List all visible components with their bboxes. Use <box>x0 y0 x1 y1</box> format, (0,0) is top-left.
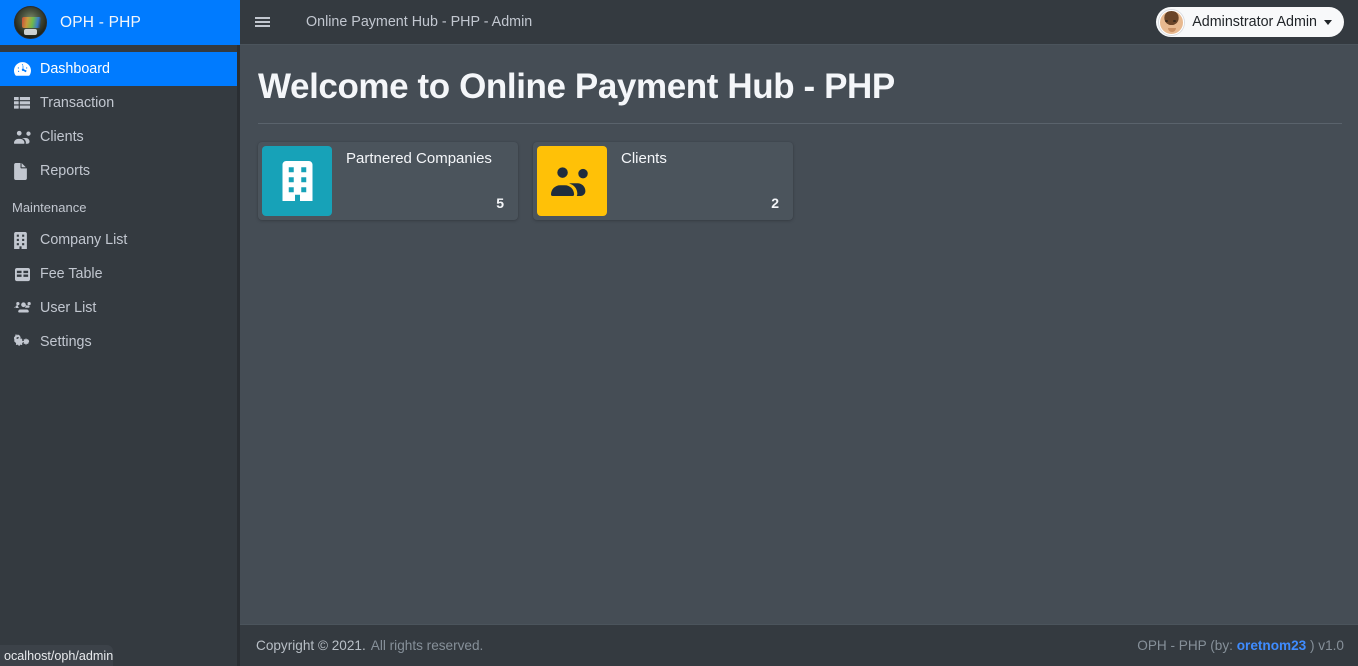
cogs-icon <box>14 334 40 350</box>
sidebar-item-dashboard[interactable]: Dashboard <box>0 52 240 86</box>
author-link[interactable]: oretnom23 <box>1237 638 1307 653</box>
stat-card-list: Partnered Companies 5 Clients 2 <box>258 142 1342 220</box>
user-avatar <box>1159 9 1185 35</box>
sidebar-item-label: User List <box>40 300 97 316</box>
rights-text: All rights reserved. <box>370 638 484 653</box>
app-logo-avatar <box>14 6 47 39</box>
navbar-title: Online Payment Hub - PHP - Admin <box>306 14 533 30</box>
sidebar: OPH - PHP Dashboard Transaction Clients … <box>0 0 240 666</box>
page-footer: Copyright © 2021. All rights reserved. O… <box>240 624 1358 666</box>
stat-card-partnered-companies[interactable]: Partnered Companies 5 <box>258 142 518 220</box>
top-navbar: Online Payment Hub - PHP - Admin Adminst… <box>240 0 1358 45</box>
sidebar-item-label: Transaction <box>40 95 115 111</box>
footer-version-block: OPH - PHP (by: oretnom23 ) v1.0 <box>1137 638 1344 653</box>
stat-card-body: Partnered Companies 5 <box>332 142 518 220</box>
stat-card-body: Clients 2 <box>607 142 793 220</box>
sidebar-item-clients[interactable]: Clients <box>0 120 240 154</box>
sidebar-item-label: Company List <box>40 232 128 248</box>
user-menu-dropdown[interactable]: Adminstrator Admin <box>1156 7 1344 37</box>
browser-status-url: ocalhost/oph/admin <box>0 645 113 666</box>
sidebar-item-label: Clients <box>40 129 84 145</box>
sidebar-item-transaction[interactable]: Transaction <box>0 86 240 120</box>
sidebar-item-label: Dashboard <box>40 61 110 77</box>
user-name-label: Adminstrator Admin <box>1192 14 1317 30</box>
table-grid-icon <box>14 267 40 282</box>
admin-dashboard-page: OPH - PHP Dashboard Transaction Clients … <box>0 0 1358 666</box>
sidebar-item-user-list[interactable]: User List <box>0 291 240 325</box>
sidebar-item-company-list[interactable]: Company List <box>0 223 240 257</box>
stat-card-label: Clients <box>621 150 667 167</box>
sidebar-item-settings[interactable]: Settings <box>0 325 240 359</box>
stat-card-label: Partnered Companies <box>346 150 492 167</box>
footer-version-prefix: OPH - PHP (by: <box>1137 638 1233 653</box>
sidebar-item-reports[interactable]: Reports <box>0 154 240 188</box>
users-two-icon <box>14 129 40 145</box>
brand-logo-link[interactable]: OPH - PHP <box>0 0 240 45</box>
hamburger-icon[interactable] <box>240 0 284 44</box>
caret-down-icon <box>1324 19 1332 25</box>
page-title: Welcome to Online Payment Hub - PHP <box>258 67 895 106</box>
sidebar-item-fee-table[interactable]: Fee Table <box>0 257 240 291</box>
brand-title: OPH - PHP <box>60 13 142 31</box>
table-list-icon <box>14 95 40 111</box>
building-icon <box>262 146 332 216</box>
tachometer-icon <box>14 61 40 78</box>
sidebar-nav: Dashboard Transaction Clients Reports Ma… <box>0 45 240 359</box>
users-three-icon <box>14 301 40 316</box>
main-column: Online Payment Hub - PHP - Admin Adminst… <box>240 0 1358 666</box>
copyright-text: Copyright © 2021. <box>256 638 366 653</box>
sidebar-item-label: Fee Table <box>40 266 103 282</box>
footer-version-suffix: ) v1.0 <box>1310 638 1344 653</box>
sidebar-scroll-edge <box>237 45 240 666</box>
stat-card-clients[interactable]: Clients 2 <box>533 142 793 220</box>
stat-card-value: 2 <box>771 195 779 211</box>
sidebar-item-label: Reports <box>40 163 91 179</box>
content-area: Welcome to Online Payment Hub - PHP Part… <box>240 45 1358 624</box>
title-divider <box>258 123 1342 124</box>
sidebar-section-maintenance: Maintenance <box>12 200 87 215</box>
file-icon <box>14 162 40 180</box>
stat-card-value: 5 <box>496 195 504 211</box>
sidebar-item-label: Settings <box>40 334 92 350</box>
building-icon <box>14 231 40 249</box>
users-two-icon <box>537 146 607 216</box>
